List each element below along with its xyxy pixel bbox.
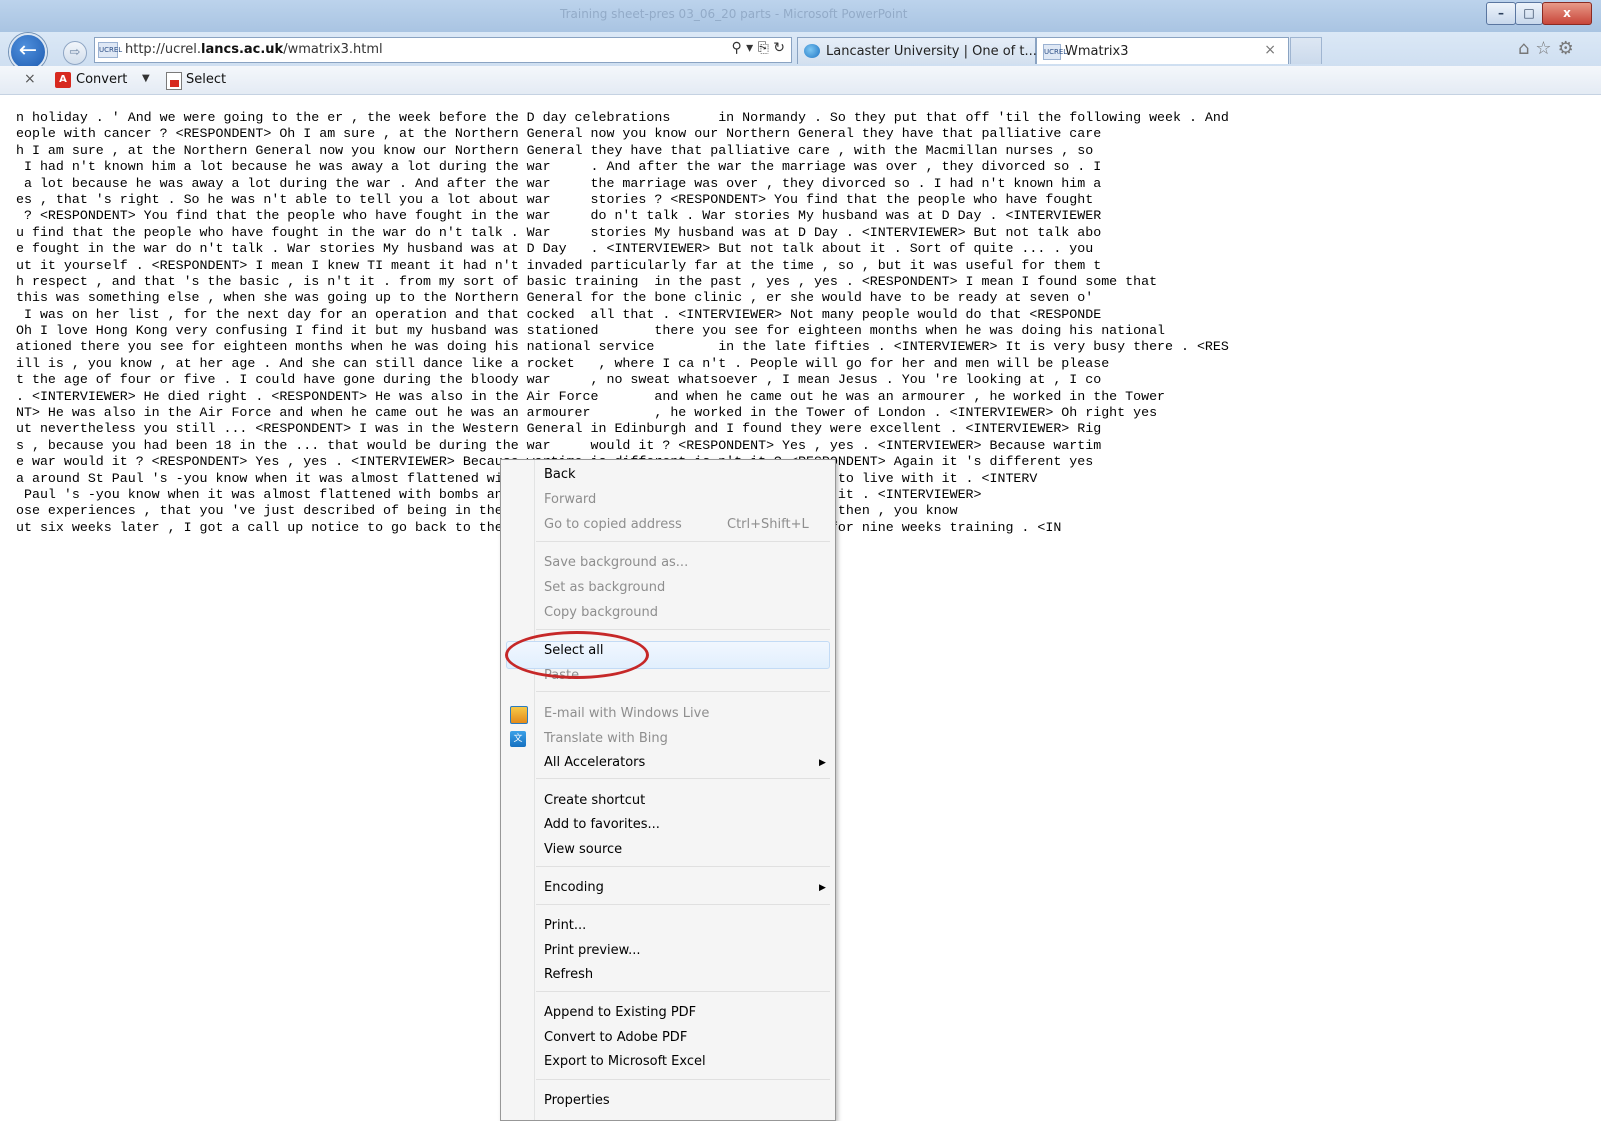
pdf-toolbar: × A Convert ▼ Select bbox=[0, 66, 1601, 95]
minimize-button[interactable]: – bbox=[1486, 2, 1516, 25]
tab-lancaster-university[interactable]: Lancaster University | One of t... bbox=[797, 37, 1037, 64]
text-line: h I am sure , at the Northern General no… bbox=[16, 142, 1094, 158]
adobe-pdf-icon: A bbox=[55, 72, 71, 88]
menu-item-convert-to-adobe-pdf[interactable]: Convert to Adobe PDF bbox=[544, 1026, 687, 1050]
windows-live-icon bbox=[510, 706, 528, 724]
menu-item-print[interactable]: Print... bbox=[544, 914, 586, 938]
address-bar[interactable]: UCREL http://ucrel.lancs.ac.uk/wmatrix3.… bbox=[94, 37, 792, 63]
site-favicon-icon: UCREL bbox=[1043, 44, 1067, 60]
menu-item-view-source[interactable]: View source bbox=[544, 838, 622, 862]
tab-label: Wmatrix3 bbox=[1065, 44, 1129, 59]
maximize-button[interactable]: □ bbox=[1515, 2, 1543, 25]
menu-shortcut: Ctrl+Shift+L bbox=[727, 517, 809, 532]
text-line: ill is , you know , at her age . And she… bbox=[16, 355, 1110, 371]
url-suffix: /wmatrix3.html bbox=[283, 42, 383, 57]
close-tab-icon[interactable]: × bbox=[1264, 42, 1276, 58]
site-favicon-icon: UCREL bbox=[98, 42, 122, 58]
menu-separator bbox=[536, 991, 830, 992]
menu-separator bbox=[536, 629, 830, 630]
text-line: ? <RESPONDENT> You find that the people … bbox=[16, 208, 1102, 224]
menu-item-go-to-copied-address[interactable]: Go to copied address bbox=[544, 513, 682, 537]
window-title: Training sheet-pres 03_06_20 parts - Mic… bbox=[560, 7, 908, 21]
menu-item-print-preview[interactable]: Print preview... bbox=[544, 939, 640, 963]
menu-item-add-to-favorites[interactable]: Add to favorites... bbox=[544, 813, 660, 837]
annotation-circle bbox=[505, 631, 649, 679]
menu-separator bbox=[536, 904, 830, 905]
submenu-arrow-icon: ▶ bbox=[819, 758, 826, 768]
menu-item-append-to-existing-pdf[interactable]: Append to Existing PDF bbox=[544, 1001, 696, 1025]
text-line: Oh I love Hong Kong very confusing I fin… bbox=[16, 323, 1166, 339]
text-line: ut it yourself . <RESPONDENT> I mean I k… bbox=[16, 257, 1102, 273]
text-line: NT> He was also in the Air Force and whe… bbox=[16, 405, 1158, 421]
text-line: . <INTERVIEWER> He died right . <RESPOND… bbox=[16, 388, 1166, 404]
navigation-bar: ← ⇨ UCREL http://ucrel.lancs.ac.uk/wmatr… bbox=[0, 32, 1601, 71]
text-line: h respect , and that 's the basic , is n… bbox=[16, 273, 1158, 289]
text-line: n holiday . ' And we were going to the e… bbox=[16, 110, 1229, 125]
context-menu: Back Forward Go to copied address Ctrl+Shif… bbox=[500, 459, 836, 1121]
ie-globe-icon bbox=[804, 44, 820, 58]
menu-separator bbox=[536, 1079, 830, 1080]
text-line: a lot because he was away a lot during t… bbox=[16, 175, 1102, 191]
select-icon bbox=[166, 72, 182, 90]
close-window-button[interactable]: x bbox=[1542, 2, 1592, 25]
url-domain: lancs.ac.uk bbox=[201, 42, 284, 57]
menu-item-back[interactable]: Back bbox=[544, 463, 576, 487]
text-line: eople with cancer ? <RESPONDENT> Oh I am… bbox=[16, 126, 1102, 142]
text-line: this was something else , when she was g… bbox=[16, 290, 1094, 306]
text-line: I was on her list , for the next day for… bbox=[16, 306, 1102, 322]
submenu-arrow-icon: ▶ bbox=[819, 883, 826, 893]
menu-separator bbox=[536, 691, 830, 692]
text-line: s , because you had been 18 in the ... t… bbox=[16, 437, 1102, 453]
menu-separator bbox=[536, 541, 830, 542]
menu-item-save-background-as[interactable]: Save background as... bbox=[544, 551, 688, 575]
menu-item-encoding[interactable]: Encoding bbox=[544, 876, 604, 900]
menu-item-copy-background[interactable]: Copy background bbox=[544, 601, 658, 625]
translate-icon: 文 bbox=[510, 731, 526, 747]
text-line: e fought in the war do n't talk . War st… bbox=[16, 241, 1094, 257]
text-line: es , that 's right . So he was n't able … bbox=[16, 191, 1094, 207]
address-controls[interactable]: ⚲ ▾ ⎘ ↻ bbox=[731, 40, 785, 56]
text-line: u find that the people who have fought i… bbox=[16, 224, 1102, 240]
text-line: ationed there you see for eighteen month… bbox=[16, 339, 1229, 355]
menu-separator bbox=[536, 866, 830, 867]
menu-item-refresh[interactable]: Refresh bbox=[544, 963, 593, 987]
menu-separator bbox=[536, 778, 830, 779]
menu-item-create-shortcut[interactable]: Create shortcut bbox=[544, 789, 645, 813]
home-favorites-tools-icons[interactable]: ⌂☆⚙ bbox=[1518, 38, 1580, 59]
select-button[interactable]: Select bbox=[186, 72, 226, 87]
convert-button[interactable]: Convert bbox=[76, 72, 127, 87]
menu-item-properties[interactable]: Properties bbox=[544, 1089, 610, 1113]
menu-item-e-mail-with-windows-live[interactable]: E-mail with Windows Live bbox=[544, 702, 709, 726]
chevron-down-icon[interactable]: ▼ bbox=[142, 73, 150, 84]
new-tab-button[interactable] bbox=[1290, 37, 1322, 64]
menu-item-set-as-background[interactable]: Set as background bbox=[544, 576, 665, 600]
title-bar: Training sheet-pres 03_06_20 parts - Mic… bbox=[0, 0, 1601, 32]
menu-item-translate-with-bing[interactable]: Translate with Bing bbox=[544, 727, 668, 751]
tab-wmatrix3[interactable]: UCREL Wmatrix3 × bbox=[1036, 37, 1289, 64]
forward-button[interactable]: ⇨ bbox=[63, 41, 87, 65]
menu-item-forward[interactable]: Forward bbox=[544, 488, 596, 512]
tab-label: Lancaster University | One of t... bbox=[826, 44, 1037, 59]
text-line: ut nevertheless you still ... <RESPONDEN… bbox=[16, 421, 1102, 437]
menu-item-export-to-microsoft-excel[interactable]: Export to Microsoft Excel bbox=[544, 1050, 706, 1074]
text-line: I had n't known him a lot because he was… bbox=[16, 159, 1102, 175]
text-line: t the age of four or five . I could have… bbox=[16, 372, 1102, 388]
menu-item-all-accelerators[interactable]: All Accelerators bbox=[544, 751, 645, 775]
url-prefix: http://ucrel. bbox=[125, 42, 202, 57]
url-text[interactable]: http://ucrel.lancs.ac.uk/wmatrix3.html bbox=[125, 42, 383, 57]
close-toolbar-icon[interactable]: × bbox=[24, 71, 36, 87]
